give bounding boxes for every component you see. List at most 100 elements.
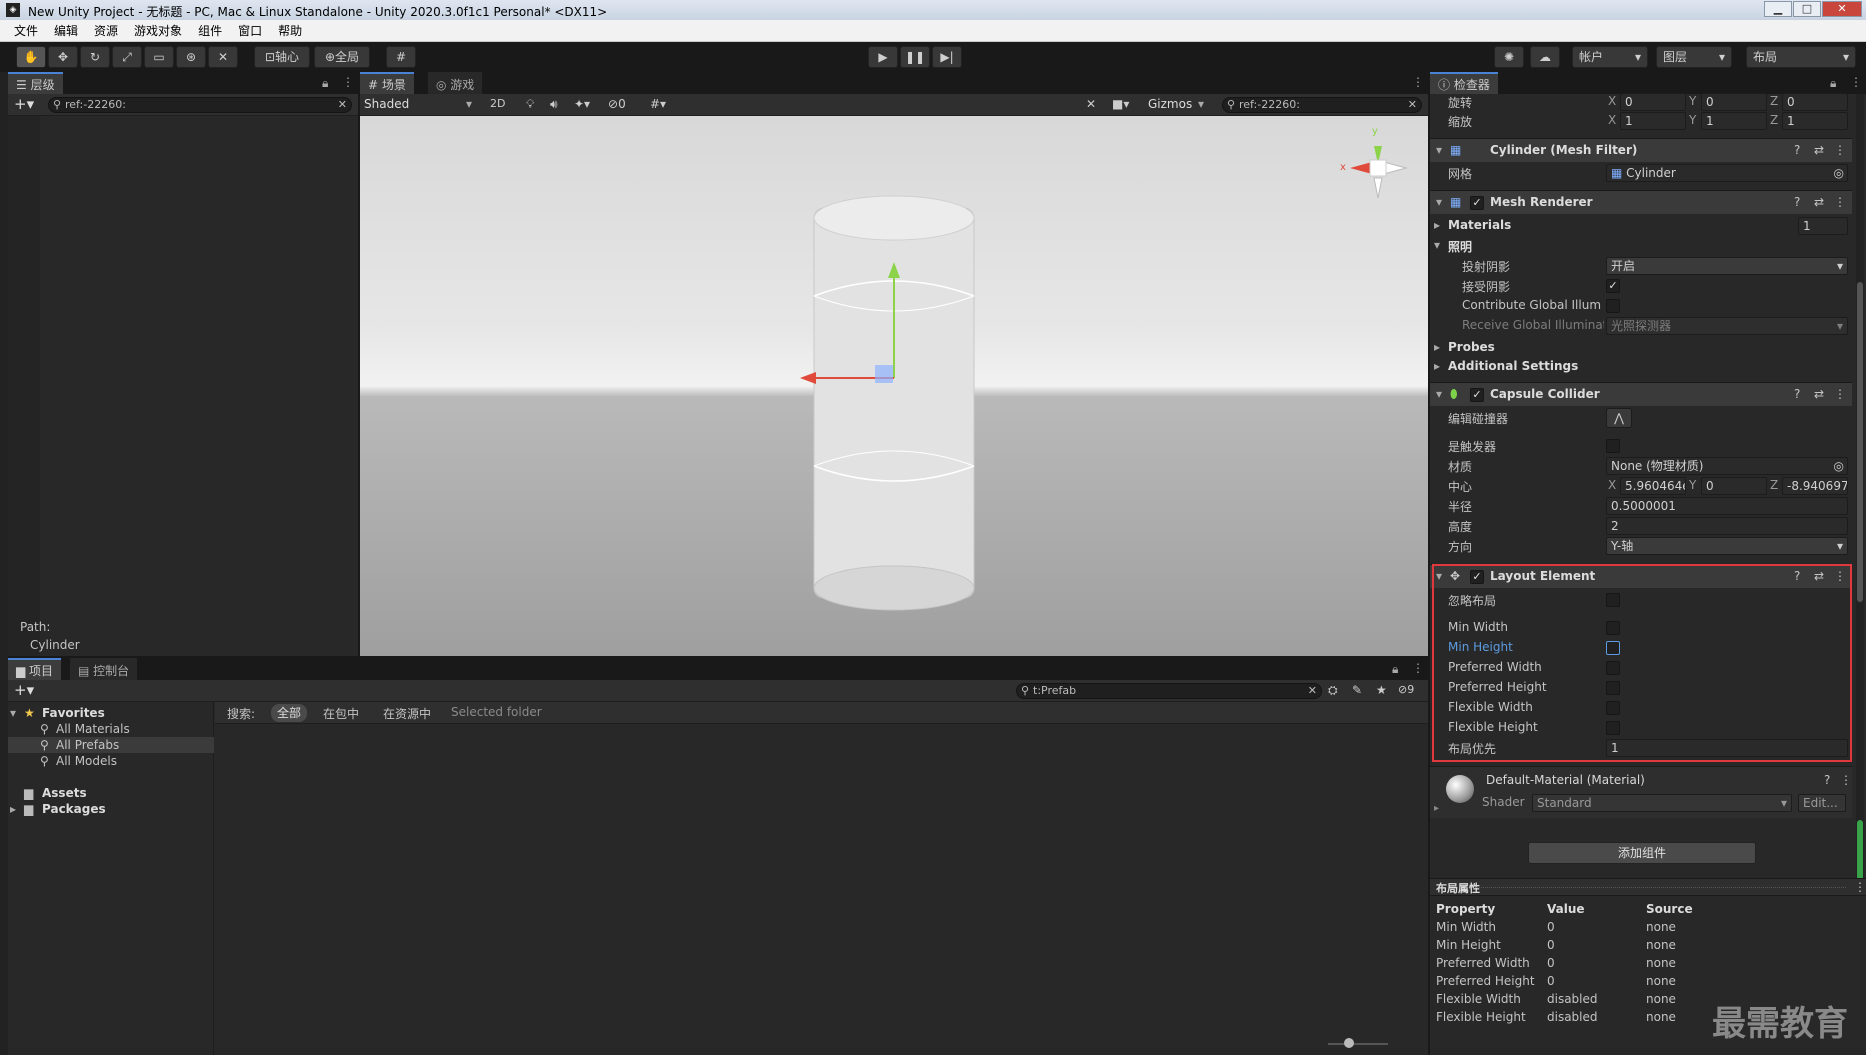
preset-icon[interactable]: ⇄ (1814, 143, 1824, 157)
grid-snap-icon[interactable]: # (386, 46, 416, 68)
mesh-filter-header[interactable]: ▾ ▦ Cylinder (Mesh Filter) ? ⇄ ⋮ (1430, 138, 1852, 162)
foldout-icon[interactable]: ▸ (1434, 803, 1439, 814)
menu-component[interactable]: 组件 (190, 20, 230, 42)
kebab-menu-icon[interactable]: ⋮ (1840, 773, 1852, 787)
tab-scene[interactable]: # 场景 (360, 72, 414, 94)
create-plus-icon[interactable]: +▾ (14, 95, 34, 113)
rotation-x-field[interactable]: 0 (1620, 93, 1686, 111)
direction-dropdown[interactable]: Y-轴 ▾ (1606, 537, 1848, 555)
zoom-slider[interactable] (1328, 1043, 1388, 1045)
hand-tool-icon[interactable]: ✋ (16, 46, 46, 68)
kebab-menu-icon[interactable]: ⋮ (1834, 387, 1846, 401)
materials-label[interactable]: Materials (1448, 218, 1511, 232)
collab-icon[interactable]: ✺ (1494, 46, 1524, 68)
2d-toggle[interactable]: 2D (490, 97, 505, 110)
mesh-object-field[interactable]: ▦ Cylinder ◎ (1606, 164, 1848, 182)
pivot-toggle[interactable]: ⊡轴心 (254, 46, 310, 68)
radius-field[interactable]: 0.5000001 (1606, 497, 1848, 515)
filter-all-button[interactable]: 全部 (271, 704, 308, 722)
clear-icon[interactable]: ✕ (1408, 98, 1417, 112)
cast-shadows-dropdown[interactable]: 开启 ▾ (1606, 257, 1848, 275)
foldout-icon[interactable]: ▾ (1436, 143, 1442, 157)
scale-z-field[interactable]: 1 (1782, 112, 1848, 130)
receive-shadows-checkbox[interactable]: ✓ (1606, 279, 1620, 293)
kebab-menu-icon[interactable]: ⋮ (1854, 880, 1866, 894)
menu-gameobject[interactable]: 游戏对象 (126, 20, 190, 42)
materials-count-field[interactable]: 1 (1798, 217, 1848, 235)
foldout-icon[interactable]: ▸ (1434, 359, 1440, 373)
tab-console[interactable]: ▤ 控制台 (70, 658, 138, 680)
global-toggle[interactable]: ⊕全局 (314, 46, 370, 68)
maximize-button[interactable]: □ (1793, 1, 1821, 17)
kebab-menu-icon[interactable]: ⋮ (342, 75, 354, 89)
gizmos-dropdown[interactable]: Gizmos (1148, 97, 1192, 111)
foldout-icon[interactable]: ▾ (1434, 238, 1440, 252)
kebab-menu-icon[interactable]: ⋮ (1412, 661, 1424, 675)
center-x-field[interactable]: 5.960464e (1620, 477, 1686, 495)
camera-icon[interactable]: ■▾ (1112, 97, 1129, 111)
filter-assets-button[interactable]: 在资源中 (383, 705, 431, 722)
enabled-checkbox[interactable]: ✓ (1470, 196, 1484, 210)
kebab-menu-icon[interactable]: ⋮ (1834, 195, 1846, 209)
scale-y-field[interactable]: 1 (1701, 112, 1767, 130)
foldout-icon[interactable]: ▾ (1436, 195, 1442, 209)
scene-viewport[interactable]: y x (360, 116, 1428, 656)
rotation-z-field[interactable]: 0 (1782, 93, 1848, 111)
preset-icon[interactable]: ⇄ (1814, 195, 1824, 209)
favorites-label[interactable]: Favorites (42, 706, 105, 720)
kebab-menu-icon[interactable]: ⋮ (1412, 75, 1424, 89)
contribute-gi-checkbox[interactable] (1606, 299, 1620, 313)
drag-handle[interactable] (1476, 887, 1846, 888)
mesh-renderer-header[interactable]: ▾ ▦ ✓ Mesh Renderer ? ⇄ ⋮ (1430, 190, 1852, 214)
menu-help[interactable]: 帮助 (270, 20, 310, 42)
transform-tool-icon[interactable]: ⊛ (176, 46, 206, 68)
clear-icon[interactable]: ✕ (1308, 684, 1317, 698)
tools-icon[interactable]: ✕ (1086, 97, 1096, 111)
fav-all-models[interactable]: All Models (56, 754, 117, 768)
menu-file[interactable]: 文件 (6, 20, 46, 42)
pause-button[interactable]: ❚❚ (900, 46, 930, 68)
label-tag-icon[interactable]: ✎ (1352, 683, 1362, 697)
scale-x-field[interactable]: 1 (1620, 112, 1686, 130)
expand-icon[interactable]: ▸ (10, 802, 16, 816)
close-button[interactable]: ✕ (1822, 1, 1862, 17)
enabled-checkbox[interactable]: ✓ (1470, 388, 1484, 402)
edit-collider-icon[interactable]: ⋀ (1606, 408, 1632, 428)
layout-dropdown[interactable]: 布局 ▾ (1746, 46, 1856, 68)
object-picker-icon[interactable]: ◎ (1834, 165, 1844, 181)
assets-folder[interactable]: Assets (42, 786, 87, 800)
custom-tool-icon[interactable]: ✕ (208, 46, 238, 68)
tab-hierarchy[interactable]: ☰ 层级 (8, 72, 63, 94)
hidden-packages-icon[interactable]: ⊘9 (1398, 683, 1414, 696)
lighting-label[interactable]: 照明 (1448, 238, 1472, 255)
add-component-button[interactable]: 添加组件 (1528, 842, 1756, 864)
help-icon[interactable]: ? (1794, 195, 1800, 209)
chevron-down-icon[interactable]: ▾ (1198, 97, 1204, 111)
capsule-collider-header[interactable]: ▾ ⬮ ✓ Capsule Collider ? ⇄ ⋮ (1430, 382, 1852, 406)
hidden-objects-icon[interactable]: ⊘0 (608, 97, 626, 111)
audio-icon[interactable]: 🔊︎ (550, 97, 558, 112)
shader-edit-button[interactable]: Edit... (1798, 794, 1846, 812)
menu-window[interactable]: 窗口 (230, 20, 270, 42)
fav-all-prefabs[interactable]: All Prefabs (56, 738, 119, 752)
help-icon[interactable]: ? (1794, 387, 1800, 401)
zoom-slider-handle[interactable] (1344, 1038, 1354, 1048)
foldout-icon[interactable]: ▸ (1434, 340, 1440, 354)
play-button[interactable]: ▶ (868, 46, 898, 68)
center-z-field[interactable]: -8.940697e (1782, 477, 1848, 495)
probes-label[interactable]: Probes (1448, 340, 1495, 354)
scrollbar-thumb[interactable] (1857, 282, 1863, 602)
object-picker-icon[interactable]: ◎ (1834, 458, 1844, 474)
move-tool-icon[interactable]: ✥ (48, 46, 78, 68)
additional-settings-label[interactable]: Additional Settings (1448, 359, 1578, 373)
minimize-button[interactable]: ▁ (1764, 1, 1792, 17)
scale-tool-icon[interactable]: ⤢ (112, 46, 142, 68)
menu-edit[interactable]: 编辑 (46, 20, 86, 42)
rotation-y-field[interactable]: 0 (1701, 93, 1767, 111)
lock-icon[interactable]: 🔒︎ (1392, 662, 1398, 677)
lock-icon[interactable]: 🔒︎ (322, 76, 328, 91)
is-trigger-checkbox[interactable] (1606, 439, 1620, 453)
rect-tool-icon[interactable]: ▭ (144, 46, 174, 68)
preset-icon[interactable]: ⇄ (1814, 387, 1824, 401)
center-y-field[interactable]: 0 (1701, 477, 1767, 495)
